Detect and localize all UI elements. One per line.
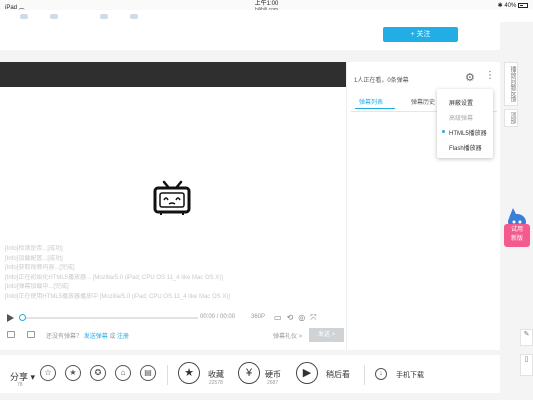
send-danmaku-button[interactable]: 发送 > [309,328,344,342]
tieba-icon[interactable]: ⌂ [115,365,131,381]
qq-icon[interactable]: ☆ [40,365,56,381]
tab-danmaku-history[interactable]: 弹幕历史 [411,97,435,106]
try-label: 试用 [510,227,523,233]
player-log: [Info]检测是否...[成功] [Info]加载配置...[成功] [Inf… [5,245,335,302]
download-icon[interactable]: ↓ [375,368,387,380]
danmaku-etiquette-link[interactable]: 弹幕礼仪 > [273,331,302,340]
watch-later-icon[interactable]: ▶ [296,362,318,384]
try-new-version-button[interactable]: 试用 新版 [504,224,530,247]
star-collect-icon[interactable]: ★ [178,362,200,384]
nav-icon[interactable] [20,14,28,19]
viewer-count: 1人正在看，0条弹幕 [354,78,409,84]
follow-button[interactable]: + 关注 [383,27,458,42]
coin-button[interactable]: 硬币 [265,369,281,380]
divider [364,365,365,385]
ios-status-bar: iPad ︵ 上午1:00 bilibili.com ✱ 40% [0,0,533,13]
nav-icon[interactable] [100,14,108,19]
log-line: [Info]获取视频内容...[完成] [5,265,75,271]
phone-icon[interactable]: ▯ [520,354,533,376]
feedback-tab[interactable]: 播放问题反馈 [504,62,518,106]
collect-button[interactable]: 收藏 [208,369,224,380]
volume-icon[interactable]: ◎ [298,313,310,322]
collect-count: 22578 [209,380,223,386]
tab-danmaku-list[interactable]: 弹幕列表 [359,97,383,106]
selected-dot [442,130,445,133]
player-menu: 屏蔽设置 高级弹幕 HTML5播放器 Flash播放器 [437,89,493,158]
watch-later-button[interactable]: 稍后看 [326,369,350,380]
log-line: [Info]检测是否...[成功] [5,246,63,252]
mobile-download-button[interactable]: 手机下载 [396,370,424,380]
log-line: [Info]正在初始化HTML5播放器... [Mozilla/5.0 (iPa… [5,274,223,281]
try-label: 新版 [510,236,523,242]
more-vertical-icon[interactable]: ⋮ [485,70,495,81]
menu-item-label: HTML5播放器 [449,131,487,137]
coin-icon[interactable]: ¥ [238,362,260,384]
fullscreen-icon[interactable]: ⤧ [310,313,321,322]
progress-knob[interactable] [19,314,26,321]
log-line: [Info]正在使用HTML5播放器播放中 [Mozilla/5.0 (iPad… [5,293,230,300]
gear-icon[interactable]: ⚙ [465,71,475,84]
danmaku-style-icon[interactable] [7,331,15,338]
progress-bar[interactable] [22,317,198,319]
douban-icon[interactable]: ▤ [140,365,156,381]
nav-icon[interactable] [130,14,138,19]
register-link[interactable]: 注册 [117,334,129,340]
battery-icon [518,2,528,8]
qzone-icon[interactable]: ★ [65,365,81,381]
back-to-top-tab[interactable]: 顶部 [504,109,518,127]
menu-item-block-settings[interactable]: 屏蔽设置 [437,98,493,107]
player-title-bar [0,62,346,87]
nav-icon[interactable] [50,14,58,19]
divider [167,365,168,385]
send-danmaku-link[interactable]: 发送弹幕 [84,334,108,340]
menu-item-advanced-danmaku[interactable]: 高级弹幕 [437,113,493,122]
control-icons[interactable]: ▭⟲◎⤧ [274,313,322,323]
video-player[interactable]: [Info]检测是否...[成功] [Info]加载配置...[成功] [Inf… [0,62,346,350]
video-action-bar: 分享 ▾ 78 ☆ ★ ✪ ⌂ ▤ ★ 收藏 22578 ¥ 硬币 2687 ▶… [0,355,500,393]
share-count: 78 [17,382,23,388]
danmaku-toggle-icon[interactable]: ▭ [274,313,287,322]
menu-item-flash-player[interactable]: Flash播放器 [437,143,493,152]
edit-icon[interactable]: ✎ [520,329,533,346]
active-tab-indicator [355,108,395,109]
log-line: [Info]加载配置...[成功] [5,255,63,262]
weibo-icon[interactable]: ✪ [90,365,106,381]
loop-icon[interactable]: ⟲ [287,313,299,322]
time-display: 00:00 / 00:00 [200,314,236,320]
play-icon[interactable] [7,314,14,322]
danmaku-input-row: 还没有弹幕？ 发送弹幕 或 注册 弹幕礼仪 > 发送 > [0,327,346,343]
menu-item-html5-player[interactable]: HTML5播放器 [437,128,493,137]
danmaku-mode-icon[interactable] [27,331,35,338]
danmaku-hint: 还没有弹幕？ 发送弹幕 或 注册 [46,334,130,340]
log-line: [Info]弹幕加载中...[完成] [5,284,69,290]
battery-status: ✱ 40% [498,2,528,9]
bilibili-tv-icon [153,180,191,215]
nav-strip [0,10,533,22]
player-controls: 00:00 / 00:00 360P ▭⟲◎⤧ [0,311,346,325]
quality-selector[interactable]: 360P [251,314,265,320]
coin-count: 2687 [267,380,279,386]
